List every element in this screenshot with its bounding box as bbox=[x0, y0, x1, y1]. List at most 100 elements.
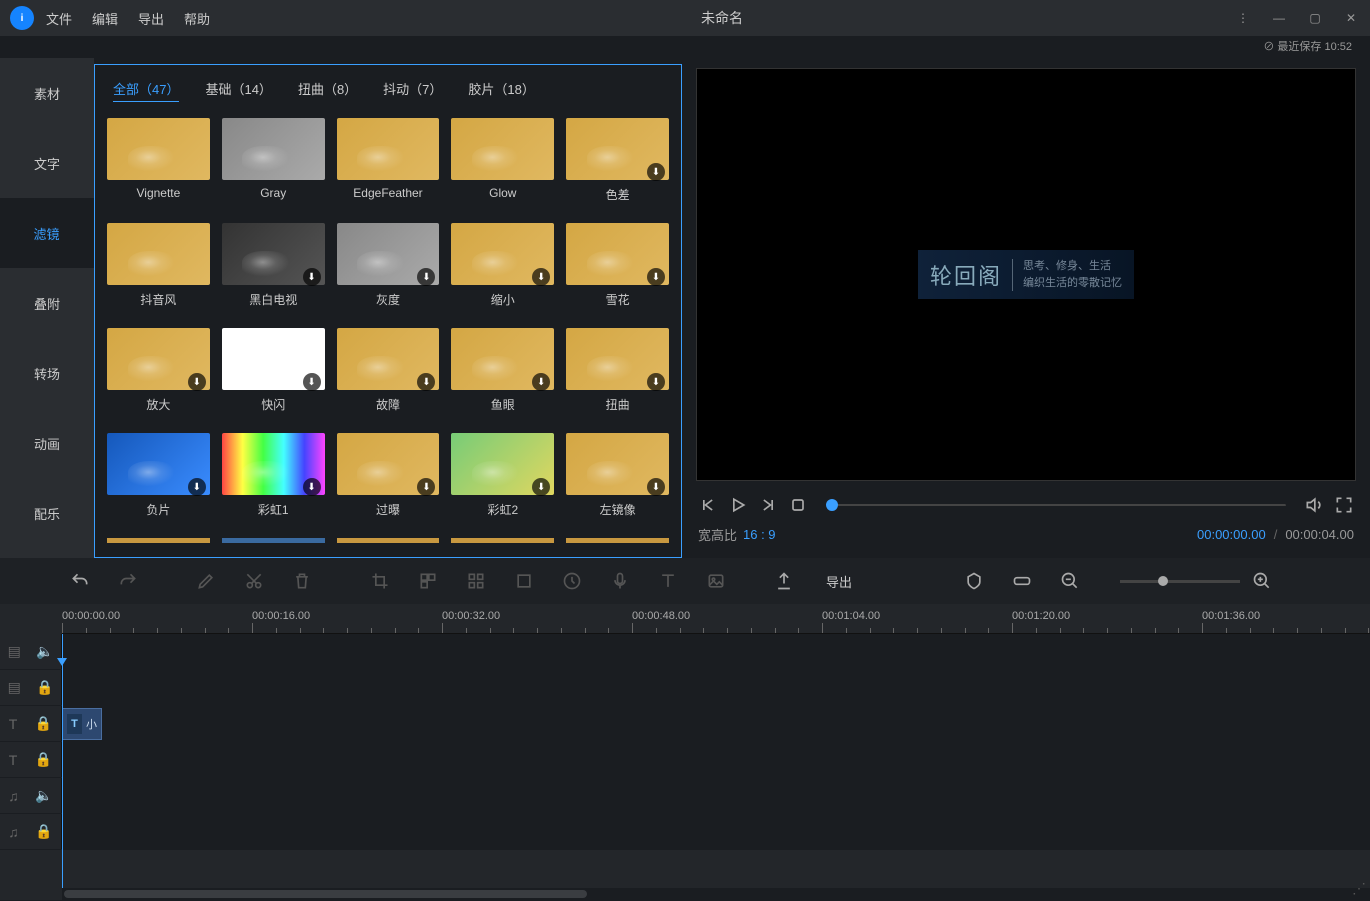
filter-thumb[interactable]: ⬇快闪 bbox=[222, 328, 325, 413]
menu-help[interactable]: 帮助 bbox=[184, 9, 210, 28]
cat-tab-film[interactable]: 胶片（18） bbox=[468, 79, 534, 102]
filter-thumb[interactable]: ⬇雪花 bbox=[566, 223, 669, 308]
filter-thumb[interactable]: ⬇缩小 bbox=[451, 223, 554, 308]
more-icon[interactable]: ⋮ bbox=[1234, 9, 1252, 27]
audio-track-2[interactable] bbox=[62, 814, 1370, 849]
menu-edit[interactable]: 编辑 bbox=[92, 9, 118, 28]
audio-track-1[interactable] bbox=[62, 778, 1370, 813]
cat-tab-basic[interactable]: 基础（14） bbox=[205, 79, 271, 102]
playhead[interactable] bbox=[62, 634, 63, 888]
timeline-ruler[interactable]: 00:00:00.0000:00:16.0000:00:32.0000:00:4… bbox=[62, 604, 1370, 634]
video-track-2[interactable] bbox=[62, 670, 1370, 705]
filter-name: Gray bbox=[222, 186, 325, 200]
zoom-in-icon[interactable] bbox=[1252, 571, 1272, 591]
video-track-1[interactable] bbox=[62, 634, 1370, 669]
filter-thumb[interactable]: ⬇彩虹2 bbox=[451, 433, 554, 518]
mic-icon[interactable] bbox=[610, 571, 630, 591]
side-tab-overlay[interactable]: 叠附 bbox=[0, 268, 94, 338]
mute-icon[interactable]: 🔈 bbox=[36, 643, 53, 660]
filter-thumb[interactable]: ⬇放大 bbox=[107, 328, 210, 413]
undo-icon[interactable] bbox=[70, 571, 90, 591]
cat-tab-shake[interactable]: 抖动（7） bbox=[383, 79, 442, 102]
preview-seek-track[interactable] bbox=[826, 504, 1286, 507]
mosaic-icon[interactable] bbox=[418, 571, 438, 591]
filter-thumb[interactable]: 抖音风 bbox=[107, 223, 210, 308]
download-icon[interactable]: ⬇ bbox=[188, 478, 206, 496]
cat-tab-all[interactable]: 全部（47） bbox=[113, 79, 179, 102]
lock-icon[interactable]: 🔒 bbox=[35, 823, 52, 840]
filter-thumb[interactable]: ⬇色差 bbox=[566, 118, 669, 203]
infobar: 宽高比 16 : 9 00:00:00.00 / 00:00:04.00 bbox=[696, 521, 1356, 548]
menu-export[interactable]: 导出 bbox=[138, 9, 164, 28]
mute-icon[interactable]: 🔈 bbox=[35, 787, 52, 804]
grid-icon[interactable] bbox=[466, 571, 486, 591]
filter-thumb[interactable]: ⬇左镜像 bbox=[566, 433, 669, 518]
minimize-icon[interactable]: — bbox=[1270, 9, 1288, 27]
side-tab-filter[interactable]: 滤镜 bbox=[0, 198, 94, 268]
edit-icon[interactable] bbox=[196, 571, 216, 591]
filter-thumb[interactable]: Gray bbox=[222, 118, 325, 203]
resize-grip-icon[interactable]: ⋰ bbox=[1352, 880, 1366, 897]
text-tool-icon[interactable] bbox=[658, 571, 678, 591]
filter-thumb[interactable]: Glow bbox=[451, 118, 554, 203]
lock-icon[interactable]: 🔒 bbox=[35, 751, 52, 768]
cat-tab-distort[interactable]: 扭曲（8） bbox=[298, 79, 357, 102]
download-icon[interactable]: ⬇ bbox=[647, 268, 665, 286]
download-icon[interactable]: ⬇ bbox=[647, 373, 665, 391]
cut-icon[interactable] bbox=[244, 571, 264, 591]
ruler-mark: 00:01:36.00 bbox=[1202, 610, 1260, 622]
next-frame-icon[interactable] bbox=[758, 495, 778, 515]
timeline-scrollbar[interactable] bbox=[62, 888, 1370, 900]
play-icon[interactable] bbox=[728, 495, 748, 515]
text-track-1[interactable]: T 小 bbox=[62, 706, 1370, 741]
export-icon[interactable] bbox=[774, 571, 794, 591]
side-tab-transition[interactable]: 转场 bbox=[0, 338, 94, 408]
download-icon[interactable]: ⬇ bbox=[188, 373, 206, 391]
fullscreen-icon[interactable] bbox=[1334, 495, 1354, 515]
speed-icon[interactable] bbox=[562, 571, 582, 591]
download-icon[interactable]: ⬇ bbox=[647, 478, 665, 496]
volume-icon[interactable] bbox=[1304, 495, 1324, 515]
filter-thumb[interactable]: ⬇鱼眼 bbox=[451, 328, 554, 413]
filter-thumb[interactable]: Vignette bbox=[107, 118, 210, 203]
maximize-icon[interactable]: ▢ bbox=[1306, 9, 1324, 27]
ratio-value[interactable]: 16 : 9 bbox=[743, 527, 776, 542]
download-icon[interactable]: ⬇ bbox=[647, 163, 665, 181]
side-tab-material[interactable]: 素材 bbox=[0, 58, 94, 128]
filter-thumb[interactable]: ⬇扭曲 bbox=[566, 328, 669, 413]
preview-viewport[interactable]: 轮回阁 思考、修身、生活 编织生活的零散记忆 bbox=[696, 68, 1356, 481]
fit-icon[interactable] bbox=[1012, 571, 1032, 591]
stop-icon[interactable] bbox=[788, 495, 808, 515]
zoom-out-icon[interactable] bbox=[1060, 571, 1080, 591]
side-tab-text[interactable]: 文字 bbox=[0, 128, 94, 198]
filter-thumb[interactable]: ⬇过曝 bbox=[337, 433, 440, 518]
filter-thumb[interactable]: ⬇彩虹1 bbox=[222, 433, 325, 518]
lock-icon[interactable]: 🔒 bbox=[36, 679, 53, 696]
lock-icon[interactable]: 🔒 bbox=[35, 715, 52, 732]
side-tab-music[interactable]: 配乐 bbox=[0, 478, 94, 548]
freeze-icon[interactable] bbox=[514, 571, 534, 591]
filter-thumb[interactable]: ⬇黑白电视 bbox=[222, 223, 325, 308]
text-clip[interactable]: T 小 bbox=[62, 708, 102, 740]
download-icon[interactable]: ⬇ bbox=[303, 478, 321, 496]
filter-thumb[interactable]: EdgeFeather bbox=[337, 118, 440, 203]
close-icon[interactable]: ✕ bbox=[1342, 9, 1360, 27]
text-track-2[interactable] bbox=[62, 742, 1370, 777]
side-tab-animation[interactable]: 动画 bbox=[0, 408, 94, 478]
menu-file[interactable]: 文件 bbox=[46, 9, 72, 28]
filter-thumb[interactable]: ⬇故障 bbox=[337, 328, 440, 413]
video-track-icon: ▤ bbox=[8, 679, 21, 696]
filter-thumb[interactable]: ⬇负片 bbox=[107, 433, 210, 518]
image-icon[interactable] bbox=[706, 571, 726, 591]
export-label[interactable]: 导出 bbox=[826, 572, 852, 591]
redo-icon[interactable] bbox=[118, 571, 138, 591]
zoom-slider[interactable] bbox=[1120, 580, 1240, 583]
crop-icon[interactable] bbox=[370, 571, 390, 591]
prev-frame-icon[interactable] bbox=[698, 495, 718, 515]
download-icon[interactable]: ⬇ bbox=[303, 268, 321, 286]
filter-thumb[interactable]: ⬇灰度 bbox=[337, 223, 440, 308]
marker-icon[interactable] bbox=[964, 571, 984, 591]
download-icon[interactable]: ⬇ bbox=[303, 373, 321, 391]
delete-icon[interactable] bbox=[292, 571, 312, 591]
ruler-mark: 00:00:16.00 bbox=[252, 610, 310, 622]
